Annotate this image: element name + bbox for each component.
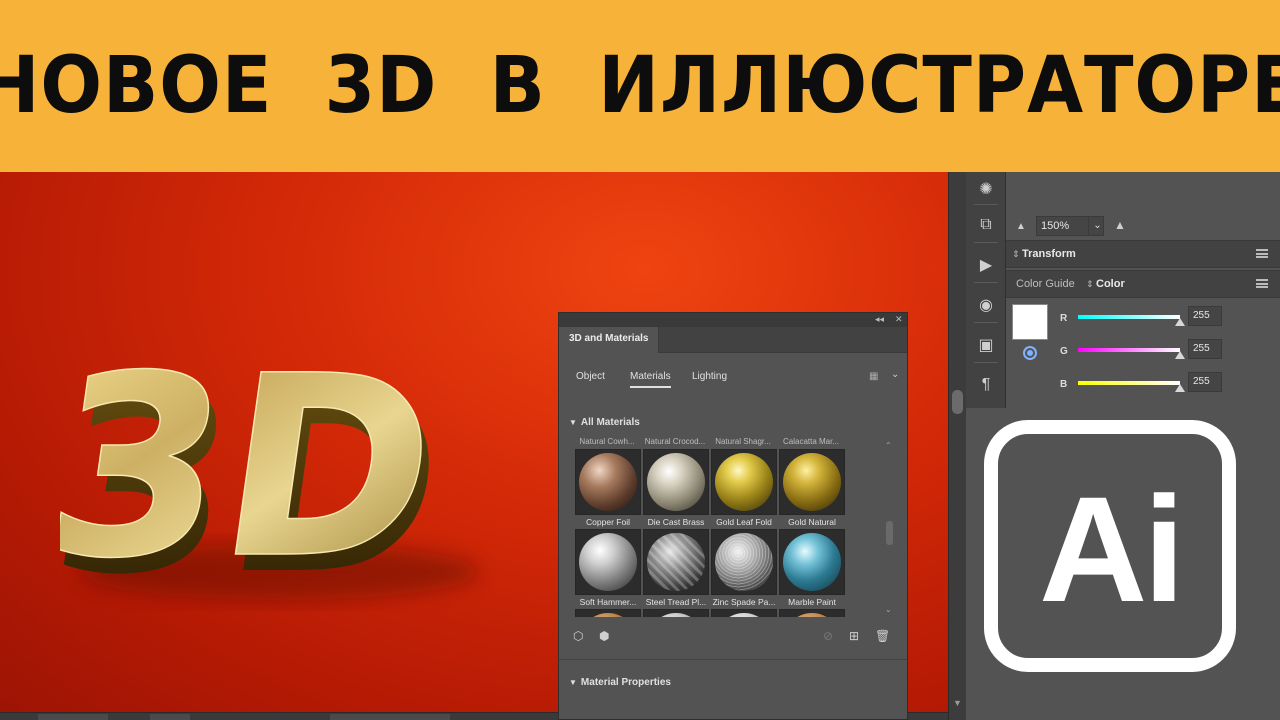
sun-icon[interactable]: ✺ [970, 174, 1002, 204]
material-cell-partial[interactable] [575, 609, 641, 617]
divider [559, 659, 907, 660]
tab-color-guide[interactable]: Color Guide [1016, 278, 1075, 290]
materials-subtabs: Object Materials Lighting ▦ ⌄ [559, 365, 907, 391]
color-panel-body: R 255 G 255 B 255 [1006, 298, 1280, 408]
material-label: Soft Hammer... [579, 597, 637, 607]
channel-g-value[interactable]: 255 [1188, 339, 1222, 359]
material-copper-foil[interactable] [575, 449, 641, 515]
color-panel-header: Color Guide ⇕ Color [1006, 270, 1280, 298]
material-soft-hammered[interactable] [575, 529, 641, 595]
material-label: Zinc Spade Pa... [712, 597, 776, 607]
materials-actions: ⬡ ⬢ ⊘ ⊞ 🗑 [559, 629, 907, 651]
navigator-zoom-row: ▲ 150% ⌄ ▲ [1006, 212, 1280, 240]
panel-menu-icon[interactable] [1256, 249, 1268, 258]
artwork-3d-face: 3D [60, 323, 452, 614]
material-label-cut: Natural Cowh... [579, 437, 635, 446]
panel-titlebar[interactable]: ◂◂ ✕ [559, 313, 907, 327]
tab-object[interactable]: Object [576, 371, 605, 382]
material-marble-paint[interactable] [779, 529, 845, 595]
material-label: Marble Paint [788, 597, 836, 607]
gradient-icon[interactable]: ▣ [970, 330, 1002, 360]
canvas-vertical-scrollbar[interactable]: ▼ [948, 172, 966, 720]
add-icon[interactable]: ⊞ [849, 629, 859, 643]
material-label: Die Cast Brass [647, 517, 705, 527]
material-properties-section[interactable]: ▼ Material Properties [569, 677, 671, 688]
tab-materials[interactable]: Materials [630, 371, 671, 388]
channel-b-value[interactable]: 255 [1188, 372, 1222, 392]
tab-color[interactable]: Color [1096, 278, 1125, 290]
tab-transform[interactable]: Transform [1022, 248, 1076, 260]
material-label: Gold Leaf Fold [716, 517, 772, 527]
tab-lighting[interactable]: Lighting [692, 371, 727, 382]
section-label: Material Properties [580, 677, 671, 688]
slider-thumb[interactable] [1175, 384, 1185, 392]
zoom-out-icon[interactable]: ▲ [1016, 221, 1026, 232]
stroke-swatch-icon[interactable] [1023, 346, 1037, 360]
slider-thumb[interactable] [1175, 318, 1185, 326]
chevron-down-icon: ▼ [569, 678, 577, 687]
material-cell-partial[interactable] [779, 609, 845, 617]
arrange-icon[interactable]: ⧉ [970, 210, 1002, 240]
material-cell-partial[interactable] [643, 609, 709, 617]
material-label: Gold Natural [788, 517, 836, 527]
material-gold-leaf-fold[interactable] [711, 449, 777, 515]
scrollbar-thumb[interactable] [886, 521, 893, 545]
channel-r-label: R [1060, 313, 1068, 324]
material-label: Steel Tread Pl... [645, 597, 707, 607]
tab-3d-materials[interactable]: 3D and Materials [559, 327, 660, 353]
cube-icon[interactable]: ⬡ [573, 629, 583, 643]
material-label-cut: Natural Shagr... [715, 437, 771, 446]
render-icon[interactable]: ▦ [869, 371, 878, 382]
scroll-up-icon[interactable]: ⌃ [885, 441, 892, 450]
gold-3d-artwork[interactable]: 3D 3D [60, 302, 500, 622]
illustrator-logo: Ai [984, 420, 1236, 672]
chevron-down-icon[interactable]: ⌄ [891, 369, 899, 380]
material-cell-partial[interactable] [711, 609, 777, 617]
transform-panel-header: ⇕ Transform [1006, 240, 1280, 268]
all-materials-section[interactable]: ▼ All Materials [569, 417, 640, 428]
material-zinc-spade-pattern[interactable] [711, 529, 777, 595]
close-icon[interactable]: ✕ [895, 314, 903, 325]
import-material-icon[interactable]: ⬢ [599, 629, 609, 643]
pathfinder-icon[interactable]: ◉ [970, 290, 1002, 320]
channel-r-value[interactable]: 255 [1188, 306, 1222, 326]
material-label-cut: Natural Crocod... [644, 437, 706, 446]
channel-g-slider[interactable] [1078, 348, 1180, 352]
no-material-icon[interactable]: ⊘ [823, 629, 833, 643]
material-label: Copper Foil [586, 517, 630, 527]
materials-scrollbar[interactable]: ⌃ ⌄ [885, 441, 895, 617]
scrollbar-thumb[interactable] [952, 390, 963, 414]
material-die-cast-brass[interactable] [643, 449, 709, 515]
chevron-down-icon: ▼ [569, 418, 577, 427]
channel-b-label: B [1060, 379, 1068, 390]
scroll-down-icon[interactable]: ⌄ [885, 605, 892, 614]
panel-tabbar: 3D and Materials [559, 327, 907, 353]
play-icon[interactable]: ▶ [970, 250, 1002, 280]
material-label-cut: Calacatta Mar... [782, 437, 840, 446]
collapse-icon[interactable]: ⇕ [1086, 279, 1094, 290]
scroll-down-icon[interactable]: ▼ [953, 698, 962, 708]
channel-b-slider[interactable] [1078, 381, 1180, 385]
paragraph-icon[interactable]: ¶ [970, 370, 1002, 400]
channel-r-slider[interactable] [1078, 315, 1180, 319]
logo-text: Ai [1039, 464, 1185, 633]
fill-swatch[interactable] [1012, 304, 1048, 340]
channel-g-label: G [1060, 346, 1068, 357]
material-steel-tread-plate[interactable] [643, 529, 709, 595]
panel-icon-strip: ✺ ⧉ ▶ ◉ ▣ ¶ [966, 172, 1006, 408]
title-banner: НОВОЕ 3D В ИЛЛЮСТРАТОРЕ [0, 0, 1280, 172]
right-panels: ▲ 150% ⌄ ▲ ⇕ Transform Color Guide ⇕ Col… [1006, 172, 1280, 408]
banner-title: НОВОЕ 3D В ИЛЛЮСТРАТОРЕ [0, 41, 1280, 131]
trash-icon[interactable]: 🗑 [875, 629, 890, 643]
material-gold-natural[interactable] [779, 449, 845, 515]
materials-grid: Natural Cowh... Natural Crocod... Natura… [575, 437, 875, 617]
collapse-icon[interactable]: ⇕ [1012, 249, 1020, 260]
section-label: All Materials [580, 417, 640, 428]
slider-thumb[interactable] [1175, 351, 1185, 359]
zoom-in-icon[interactable]: ▲ [1114, 218, 1126, 232]
panel-menu-icon[interactable] [1256, 279, 1268, 288]
collapse-panel-icon[interactable]: ◂◂ [875, 314, 884, 325]
3d-materials-panel: ◂◂ ✕ 3D and Materials Object Materials L… [558, 312, 908, 720]
chevron-down-icon[interactable]: ⌄ [1088, 216, 1106, 236]
